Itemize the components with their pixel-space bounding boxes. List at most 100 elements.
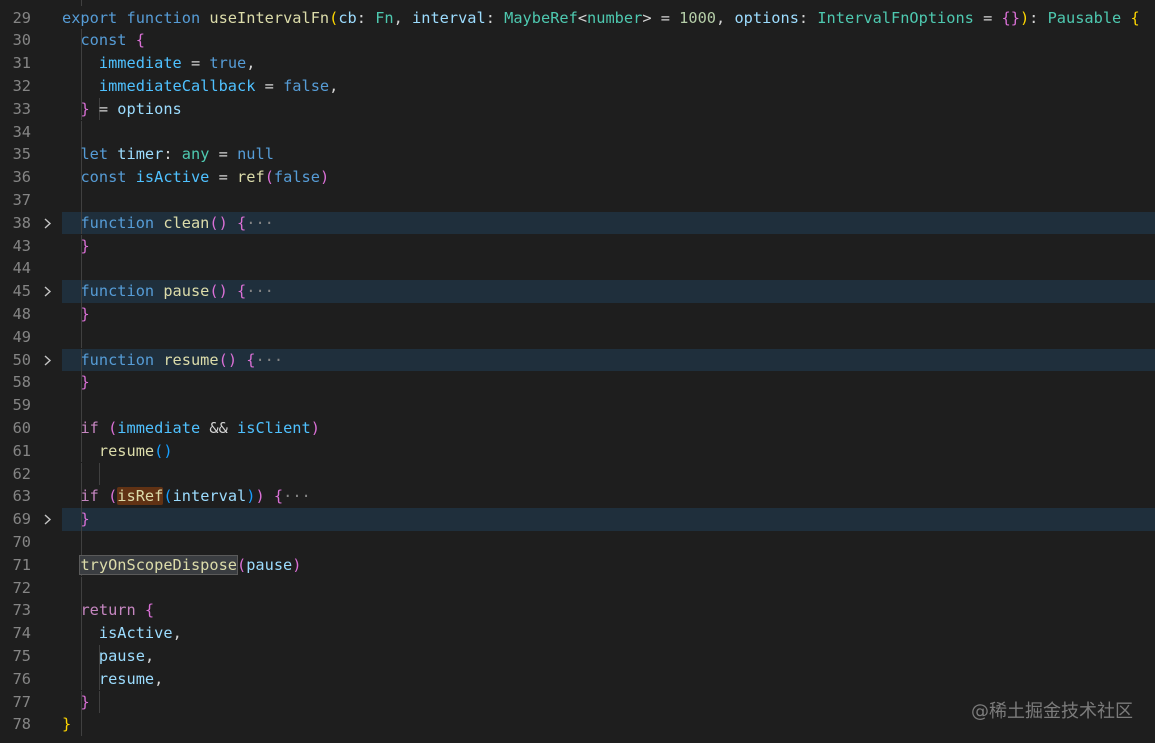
code-token: (	[108, 487, 118, 506]
code-line[interactable]: 69}	[0, 508, 1155, 531]
code-content: }	[80, 371, 89, 394]
code-line[interactable]: 38 function clean() {···	[0, 211, 1155, 235]
line-number: 71	[12, 555, 31, 574]
indent-guide	[81, 0, 82, 6]
code-token: &&	[200, 418, 238, 437]
code-line[interactable]: 74 isActive,	[0, 622, 1155, 645]
code-line[interactable]: 31 immediate = true,	[0, 52, 1155, 75]
code-content: const isActive = ref(false)	[80, 166, 329, 189]
line-number: 73	[12, 601, 31, 620]
code-line[interactable]: 73 return {	[0, 599, 1155, 623]
line-number: 63	[12, 487, 31, 506]
code-token: ()	[209, 213, 228, 232]
code-line[interactable]: 62	[0, 462, 1155, 486]
line-number: 48	[12, 304, 31, 323]
code-token: {}	[1001, 8, 1020, 27]
code-token: :	[1029, 8, 1048, 27]
indent-guide	[99, 462, 100, 486]
chevron-right-icon[interactable]	[42, 280, 54, 303]
chevron-right-icon[interactable]	[42, 508, 54, 531]
line-number: 30	[12, 31, 31, 50]
code-line[interactable]: 33} = options	[0, 97, 1155, 121]
line-number: 70	[12, 532, 31, 551]
code-token: resume	[163, 350, 219, 369]
code-content: let timer: any = null	[80, 143, 273, 166]
code-content: }	[80, 303, 89, 326]
code-token: function	[126, 8, 201, 27]
code-line[interactable]: 30 const {	[0, 29, 1155, 53]
code-line[interactable]: 50 function resume() {···	[0, 348, 1155, 372]
line-number: 72	[12, 578, 31, 597]
code-line[interactable]: 48}	[0, 302, 1155, 326]
code-line[interactable]: 61 resume()	[0, 439, 1155, 463]
code-token: isActive	[135, 168, 210, 187]
code-line[interactable]: 60 if (immediate && isClient)	[0, 416, 1155, 440]
code-token: function	[80, 213, 155, 232]
code-line[interactable]: 71 tryOnScopeDispose(pause)	[0, 553, 1155, 577]
code-content: function resume() {···	[80, 349, 283, 372]
code-line[interactable]: 32 immediateCallback = false,	[0, 74, 1155, 98]
indent-guide	[81, 439, 82, 463]
code-content: const {	[80, 29, 145, 52]
code-line[interactable]: 34	[0, 120, 1155, 144]
code-token: ···	[283, 487, 311, 506]
code-line[interactable]: 44	[0, 257, 1155, 281]
code-editor[interactable]: 29 export function useIntervalFn(cb: Fn, …	[0, 0, 1155, 743]
indent-guide	[81, 644, 82, 668]
code-token: ···	[246, 213, 274, 232]
code-token: resume	[98, 669, 155, 688]
line-number: 31	[12, 54, 31, 73]
code-line[interactable]: 37	[0, 188, 1155, 212]
code-token: <	[577, 8, 588, 27]
line-number: 74	[12, 624, 31, 643]
code-line[interactable]: 63 if (isRef(interval)) {···	[0, 485, 1155, 509]
code-token: =	[651, 8, 680, 27]
code-content: function clean() {···	[80, 212, 273, 235]
code-content: isActive,	[99, 622, 182, 645]
code-token: )	[1019, 8, 1030, 27]
code-content: if (immediate && isClient)	[80, 417, 320, 440]
indent-guide	[81, 530, 82, 554]
code-token: true	[209, 54, 247, 73]
code-token: }	[80, 304, 90, 323]
line-number: 76	[12, 669, 31, 688]
code-line[interactable]: 58}	[0, 371, 1155, 395]
code-line[interactable]: 75 pause,	[0, 644, 1155, 668]
line-number: 78	[12, 715, 31, 734]
code-token: clean	[163, 213, 210, 232]
code-token: }	[62, 715, 72, 734]
chevron-right-icon[interactable]	[42, 349, 54, 372]
chevron-right-icon[interactable]	[42, 212, 54, 235]
code-line[interactable]: 72	[0, 576, 1155, 600]
code-line[interactable]: 45 function pause() {···	[0, 280, 1155, 303]
code-token: (	[329, 8, 339, 27]
code-line[interactable]: 49	[0, 325, 1155, 349]
code-token: (	[264, 168, 274, 187]
code-line[interactable]: 59	[0, 394, 1155, 417]
code-token: pause	[163, 282, 210, 301]
code-line[interactable]: 36 const isActive = ref(false)	[0, 166, 1155, 189]
code-token: 1000	[679, 8, 717, 27]
code-line[interactable]: 43}	[0, 234, 1155, 258]
line-number: 50	[12, 350, 31, 369]
line-number: 58	[12, 373, 31, 392]
code-line[interactable]: 35 let timer: any = null	[0, 143, 1155, 167]
code-token: )	[255, 487, 265, 506]
code-token: ,	[144, 646, 155, 665]
code-token: false	[283, 76, 330, 95]
line-number: 32	[12, 76, 31, 95]
code-line[interactable]: 29 export function useIntervalFn(cb: Fn, …	[0, 7, 1155, 30]
code-content: }	[80, 508, 89, 531]
line-number: 61	[12, 441, 31, 460]
code-token: let	[80, 145, 109, 164]
code-line[interactable]: 70	[0, 530, 1155, 554]
code-line[interactable]: 76 resume,	[0, 667, 1155, 691]
indent-guide	[81, 667, 82, 691]
code-token: {	[144, 601, 155, 620]
